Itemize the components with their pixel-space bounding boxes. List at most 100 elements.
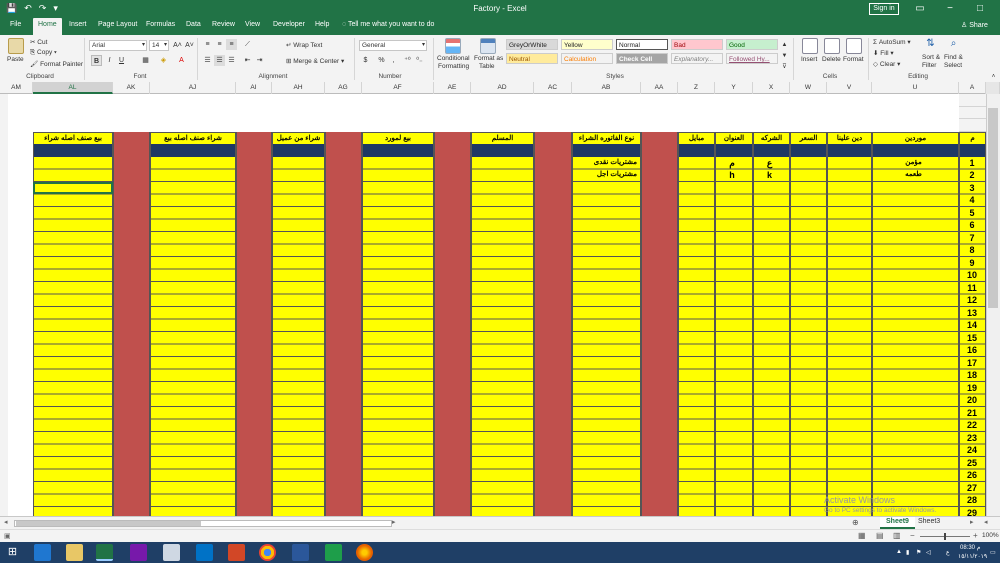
serial-cell-7[interactable]: 7 xyxy=(959,232,985,245)
cell-style-calculation[interactable]: Calculation xyxy=(561,53,613,64)
column-header-ab[interactable]: AB xyxy=(572,82,641,94)
column-header-ai[interactable]: AI xyxy=(236,82,272,94)
underline-button[interactable]: U xyxy=(116,55,127,66)
serial-cell-16[interactable]: 16 xyxy=(959,344,985,357)
serial-cell-19[interactable]: 19 xyxy=(959,382,985,395)
serial-cell-1[interactable]: 1 xyxy=(959,157,985,170)
decrease-indent-icon[interactable]: ⇤ xyxy=(242,55,253,66)
copy-button[interactable]: ⎘ Copy ▾ xyxy=(30,49,57,57)
powerpoint-icon[interactable] xyxy=(228,544,245,561)
tab-view[interactable]: View xyxy=(245,21,260,28)
wrap-text-button[interactable]: ↵ Wrap Text xyxy=(286,41,322,49)
horizontal-scrollbar[interactable] xyxy=(14,520,392,527)
tab-insert[interactable]: Insert xyxy=(69,21,87,28)
bold-button[interactable]: B xyxy=(91,55,102,66)
tab-formulas[interactable]: Formulas xyxy=(146,21,175,28)
align-top-icon[interactable]: ≡ xyxy=(202,39,213,50)
gallery-scroll-up-icon[interactable]: ▲ xyxy=(779,40,790,51)
column-header-w[interactable]: W xyxy=(790,82,827,94)
tray-flag-icon[interactable]: ⚑ xyxy=(916,549,921,556)
percent-button[interactable]: % xyxy=(376,55,387,66)
firefox-icon[interactable] xyxy=(356,544,373,561)
normal-view-icon[interactable]: ▦ xyxy=(858,531,866,540)
page-layout-view-icon[interactable]: ▤ xyxy=(876,531,884,540)
tell-me-search[interactable]: ◌ Tell me what you want to do xyxy=(342,21,434,28)
currency-icon[interactable]: $ xyxy=(360,55,371,66)
sort-filter-label2[interactable]: Filter xyxy=(922,62,936,69)
serial-cell-22[interactable]: 22 xyxy=(959,419,985,432)
cell-style-explanatory-[interactable]: Explanatory... xyxy=(671,53,723,64)
serial-cell-12[interactable]: 12 xyxy=(959,294,985,307)
sheet-nav-next-icon[interactable]: ▸ xyxy=(970,518,974,526)
cell-style-followed-hy-[interactable]: Followed Hy... xyxy=(726,53,778,64)
column-header-ag[interactable]: AG xyxy=(325,82,362,94)
serial-cell-26[interactable]: 26 xyxy=(959,469,985,482)
fill-color-icon[interactable]: ◈ xyxy=(158,55,169,66)
serial-cell-2[interactable]: 2 xyxy=(959,169,985,182)
cell-style-good[interactable]: Good xyxy=(726,39,778,50)
sort-filter-icon[interactable]: ⇅ xyxy=(925,38,936,49)
serial-cell-24[interactable]: 24 xyxy=(959,444,985,457)
format-cells-label[interactable]: Format xyxy=(843,56,864,63)
column-header-am[interactable]: AM xyxy=(0,82,33,94)
minimize-button[interactable]: − xyxy=(935,1,965,17)
word-icon[interactable] xyxy=(292,544,309,561)
autosum-button[interactable]: Σ AutoSum ▾ xyxy=(873,38,911,46)
conditional-formatting-icon[interactable] xyxy=(445,38,461,54)
format-as-table-label[interactable]: Format as xyxy=(474,55,503,62)
serial-cell-20[interactable]: 20 xyxy=(959,394,985,407)
paste-label[interactable]: Paste xyxy=(7,56,24,63)
serial-cell-28[interactable]: 28 xyxy=(959,494,985,507)
paste-icon[interactable] xyxy=(8,38,24,54)
outlook-icon[interactable] xyxy=(196,544,213,561)
cell-style-bad[interactable]: Bad xyxy=(671,39,723,50)
tray-up-arrow-icon[interactable]: ▲ xyxy=(896,549,902,555)
align-right-icon[interactable]: ☰ xyxy=(226,55,237,66)
tab-home[interactable]: Home xyxy=(33,18,62,35)
serial-cell-17[interactable]: 17 xyxy=(959,357,985,370)
serial-cell-18[interactable]: 18 xyxy=(959,369,985,382)
column-header-x[interactable]: X xyxy=(753,82,790,94)
increase-decimal-icon[interactable]: ⁺⁰ xyxy=(402,55,413,66)
tray-language[interactable]: ع xyxy=(946,549,950,556)
italic-button[interactable]: I xyxy=(104,55,115,66)
serial-cell-25[interactable]: 25 xyxy=(959,457,985,470)
header-cell-v[interactable]: دين علينا xyxy=(827,131,872,145)
header-cell-af[interactable]: بيع لمورد xyxy=(362,131,434,145)
header-cell-ab[interactable]: نوع الفاتوره الشراء xyxy=(572,131,641,145)
serial-cell-27[interactable]: 27 xyxy=(959,482,985,495)
column-header-ae[interactable]: AE xyxy=(434,82,471,94)
increase-font-icon[interactable]: A˄ xyxy=(172,40,183,51)
serial-cell-8[interactable]: 8 xyxy=(959,244,985,257)
column-header-v[interactable]: V xyxy=(827,82,872,94)
column-header-ac[interactable]: AC xyxy=(534,82,572,94)
column-header-ad[interactable]: AD xyxy=(471,82,534,94)
format-as-table-label2[interactable]: Table xyxy=(479,63,495,70)
header-cell-w[interactable]: السعر xyxy=(790,131,827,145)
delete-cells-label[interactable]: Delete xyxy=(822,56,841,63)
align-bottom-icon[interactable]: ≡ xyxy=(226,39,237,50)
serial-cell-10[interactable]: 10 xyxy=(959,269,985,282)
conditional-formatting-label[interactable]: Conditional xyxy=(437,55,470,62)
notifications-icon[interactable]: ▭ xyxy=(990,549,996,556)
serial-cell-29[interactable]: 29 xyxy=(959,507,985,517)
selected-cell-al8[interactable] xyxy=(33,181,113,194)
column-header-af[interactable]: AF xyxy=(362,82,434,94)
serial-cell-11[interactable]: 11 xyxy=(959,282,985,295)
column-header-y[interactable]: Y xyxy=(715,82,753,94)
cell-style-neutral[interactable]: Neutral xyxy=(506,53,558,64)
sheet-tab-sheet9[interactable]: Sheet9 xyxy=(880,517,915,529)
clear-button[interactable]: ◇ Clear ▾ xyxy=(873,60,900,68)
data-cell-x-7[interactable]: k xyxy=(753,169,790,182)
tab-developer[interactable]: Developer xyxy=(273,21,305,28)
decrease-font-icon[interactable]: A˅ xyxy=(184,40,195,51)
tray-network-icon[interactable]: ▮ xyxy=(906,549,909,556)
zoom-in-icon[interactable]: + xyxy=(973,531,978,540)
header-cell-z[interactable]: مبايل xyxy=(678,131,715,145)
find-select-icon[interactable]: ⌕ xyxy=(948,38,959,49)
decrease-decimal-icon[interactable]: ⁰₋ xyxy=(414,55,425,66)
sign-in-button[interactable]: Sign in xyxy=(869,3,899,15)
comma-icon[interactable]: , xyxy=(388,55,399,66)
cell-style-check-cell[interactable]: Check Cell xyxy=(616,53,668,64)
zoom-slider-thumb[interactable] xyxy=(944,533,946,540)
